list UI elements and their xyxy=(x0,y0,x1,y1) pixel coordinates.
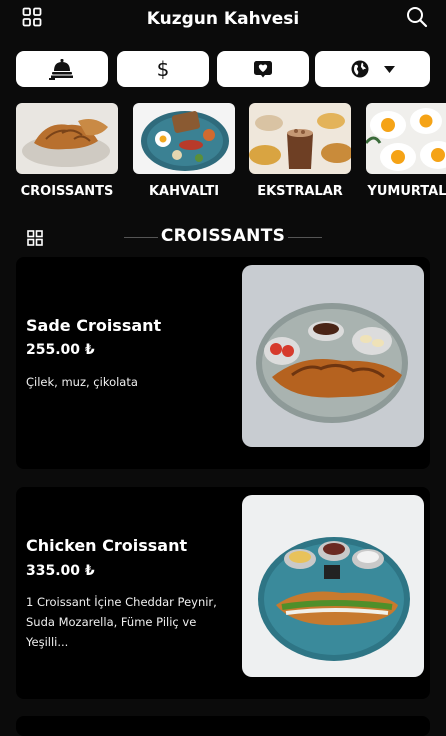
call-waiter-button[interactable] xyxy=(16,51,108,87)
app-header: Kuzgun Kahvesi xyxy=(0,0,446,40)
category-strip: CROISSANTS KAHVALTI EKSTRALAR YUMURTAL xyxy=(16,103,446,203)
category-label: CROISSANTS xyxy=(20,184,114,199)
category-image xyxy=(366,103,446,174)
action-bar: $ xyxy=(16,51,430,87)
product-description: 1 Croissant İçine Cheddar Peynir, Suda M… xyxy=(26,595,217,649)
chevron-down-icon xyxy=(384,65,395,73)
product-card[interactable] xyxy=(16,716,430,736)
search-icon[interactable] xyxy=(406,6,428,28)
category-label: YUMURTALAR xyxy=(367,184,446,199)
product-card[interactable]: Chicken Croissant 335.00 ₺ 1 Croissant İ… xyxy=(16,487,430,699)
product-name: Chicken Croissant xyxy=(26,536,188,555)
category-croissants[interactable]: CROISSANTS xyxy=(16,103,118,199)
product-description: Çilek, muz, çikolata xyxy=(26,375,138,389)
currency-symbol: $ xyxy=(156,57,170,81)
category-image xyxy=(249,103,351,174)
divider xyxy=(288,237,322,238)
product-name: Sade Croissant xyxy=(26,316,162,335)
category-yumurtalar[interactable]: YUMURTALAR xyxy=(366,103,446,199)
category-kahvalti[interactable]: KAHVALTI xyxy=(133,103,235,199)
category-ekstralar[interactable]: EKSTRALAR xyxy=(249,103,351,199)
page-title: Kuzgun Kahvesi xyxy=(146,9,300,29)
globe-icon xyxy=(350,59,370,79)
product-image xyxy=(242,265,424,447)
heart-icon xyxy=(253,60,273,78)
currency-button[interactable]: $ xyxy=(117,51,209,87)
language-button[interactable] xyxy=(315,51,430,87)
category-image xyxy=(16,103,118,174)
section-title: CROISSANTS xyxy=(160,226,286,246)
product-price: 255.00 ₺ xyxy=(26,342,95,358)
product-image xyxy=(242,495,424,677)
category-label: KAHVALTI xyxy=(148,184,220,199)
waiter-bell-icon xyxy=(49,58,75,80)
product-price: 335.00 ₺ xyxy=(26,563,95,579)
section-header: CROISSANTS xyxy=(0,226,446,248)
favorites-button[interactable] xyxy=(217,51,309,87)
product-card[interactable]: Sade Croissant 255.00 ₺ Çilek, muz, çiko… xyxy=(16,257,430,469)
category-image xyxy=(133,103,235,174)
category-label: EKSTRALAR xyxy=(257,184,343,199)
